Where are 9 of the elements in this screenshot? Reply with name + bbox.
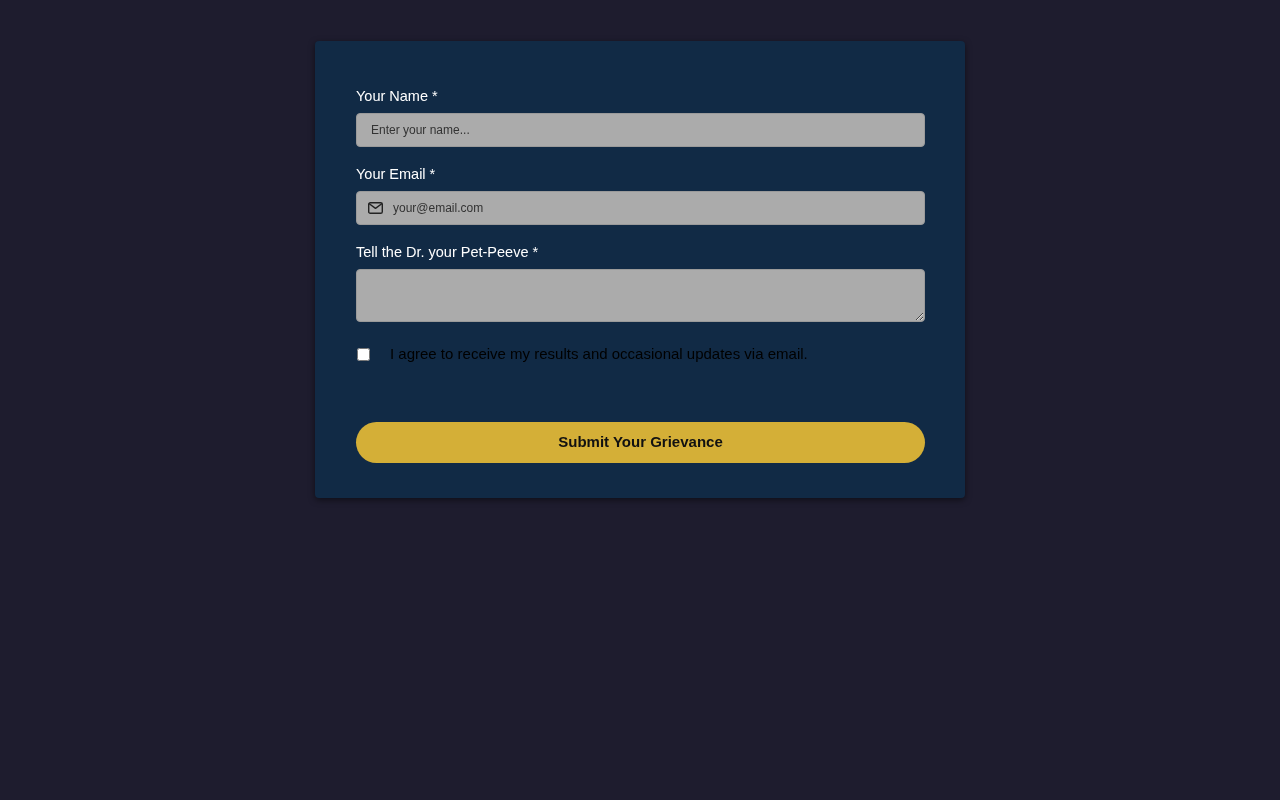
field-label: Your Email * [356,165,436,184]
envelope-icon [368,202,383,214]
pet-peeve-field[interactable] [356,269,925,322]
name-field[interactable]: Enter your name... [356,113,925,147]
field-label: Tell the Dr. your Pet-Peeve * [356,243,539,262]
email-field[interactable]: your@email.com [356,191,925,225]
submit-button[interactable]: Submit Your Grievance [356,422,925,463]
field-label: Your Name * [356,87,438,106]
consent-checkbox[interactable] [357,347,370,361]
